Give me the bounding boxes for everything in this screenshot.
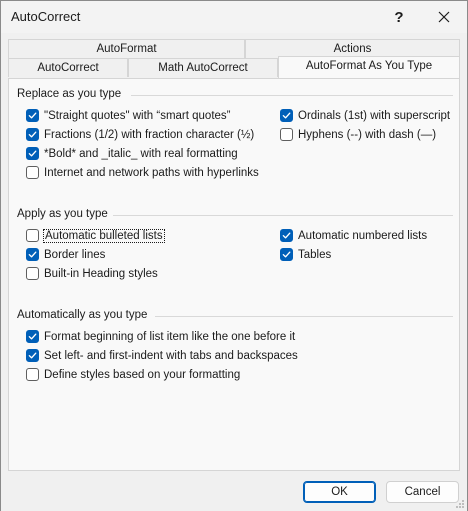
close-icon [438,11,450,23]
dialog-footer: OK Cancel [1,473,467,511]
checkbox[interactable] [26,109,39,122]
checkbox[interactable] [26,267,39,280]
tab-autocorrect[interactable]: AutoCorrect [8,58,128,77]
option-label: Internet and network paths with hyperlin… [44,166,259,179]
checkmark-icon [282,251,291,258]
checkmark-icon [28,352,37,359]
checkmark-icon [28,112,37,119]
option-bold-italic[interactable]: *Bold* and _italic_ with real formatting [26,147,238,160]
checkbox[interactable] [280,229,293,242]
checkbox[interactable] [26,229,39,242]
option-border-lines[interactable]: Border lines [26,248,105,261]
help-icon: ? [394,8,404,26]
close-button[interactable] [422,1,466,33]
checkmark-icon [28,131,37,138]
tab-strip: AutoFormat Actions AutoCorrect Math Auto… [8,39,460,79]
checkbox[interactable] [26,128,39,141]
checkmark-icon [282,232,291,239]
group-divider [131,95,453,96]
option-label: Automatic bulleted lists [43,228,165,243]
option-label: Set left- and first-indent with tabs and… [44,349,298,362]
checkbox[interactable] [280,109,293,122]
option-internet-paths[interactable]: Internet and network paths with hyperlin… [26,166,259,179]
option-label: Tables [298,248,332,261]
checkbox[interactable] [26,166,39,179]
option-label: Format beginning of list item like the o… [44,330,296,343]
option-label: Fractions (1/2) with fraction character … [44,128,255,141]
help-button[interactable]: ? [377,1,421,33]
checkbox[interactable] [26,147,39,160]
group-title-automatically: Automatically as you type [17,309,148,321]
option-ordinals[interactable]: Ordinals (1st) with superscript [280,109,450,122]
checkbox[interactable] [280,248,293,261]
checkmark-icon [28,150,37,157]
tab-panel: Replace as you type "Straight quotes" wi… [8,78,460,471]
resize-grip-icon[interactable] [455,499,465,509]
cancel-button[interactable]: Cancel [386,481,459,503]
group-divider [155,316,453,317]
option-hyphens[interactable]: Hyphens (--) with dash (—) [280,128,436,141]
checkmark-icon [282,112,291,119]
tab-autoformat-as-you-type[interactable]: AutoFormat As You Type [278,56,460,78]
ok-button[interactable]: OK [303,481,376,503]
option-bulleted-lists[interactable]: Automatic bulleted lists [26,228,165,243]
option-label: Ordinals (1st) with superscript [298,109,451,122]
option-heading-styles[interactable]: Built-in Heading styles [26,267,158,280]
option-label: "Straight quotes" with “smart quotes” [44,109,231,122]
checkbox[interactable] [26,330,39,343]
option-straight-quotes[interactable]: "Straight quotes" with “smart quotes” [26,109,231,122]
option-tables[interactable]: Tables [280,248,331,261]
option-set-indent[interactable]: Set left- and first-indent with tabs and… [26,349,298,362]
checkbox[interactable] [26,248,39,261]
option-label: Border lines [44,248,106,261]
option-numbered-lists[interactable]: Automatic numbered lists [280,229,427,242]
option-label: Hyphens (--) with dash (—) [298,128,437,141]
checkbox[interactable] [26,368,39,381]
group-title-replace: Replace as you type [17,88,122,100]
tab-math-autocorrect[interactable]: Math AutoCorrect [128,58,278,77]
checkmark-icon [28,251,37,258]
option-label: Define styles based on your formatting [44,368,241,381]
option-define-styles[interactable]: Define styles based on your formatting [26,368,240,381]
window-title: AutoCorrect [11,9,81,24]
checkbox[interactable] [280,128,293,141]
checkbox[interactable] [26,349,39,362]
option-label: Built-in Heading styles [44,267,158,280]
autocorrect-dialog: AutoCorrect ? AutoFormat Actions AutoCor… [0,0,468,511]
option-format-list-beginning[interactable]: Format beginning of list item like the o… [26,330,295,343]
option-fractions[interactable]: Fractions (1/2) with fraction character … [26,128,254,141]
option-label: *Bold* and _italic_ with real formatting [44,147,238,160]
title-bar: AutoCorrect ? [1,1,467,33]
checkmark-icon [28,333,37,340]
group-title-apply: Apply as you type [17,208,108,220]
tab-autoformat[interactable]: AutoFormat [8,39,245,58]
option-label: Automatic numbered lists [298,229,428,242]
group-divider [113,215,453,216]
